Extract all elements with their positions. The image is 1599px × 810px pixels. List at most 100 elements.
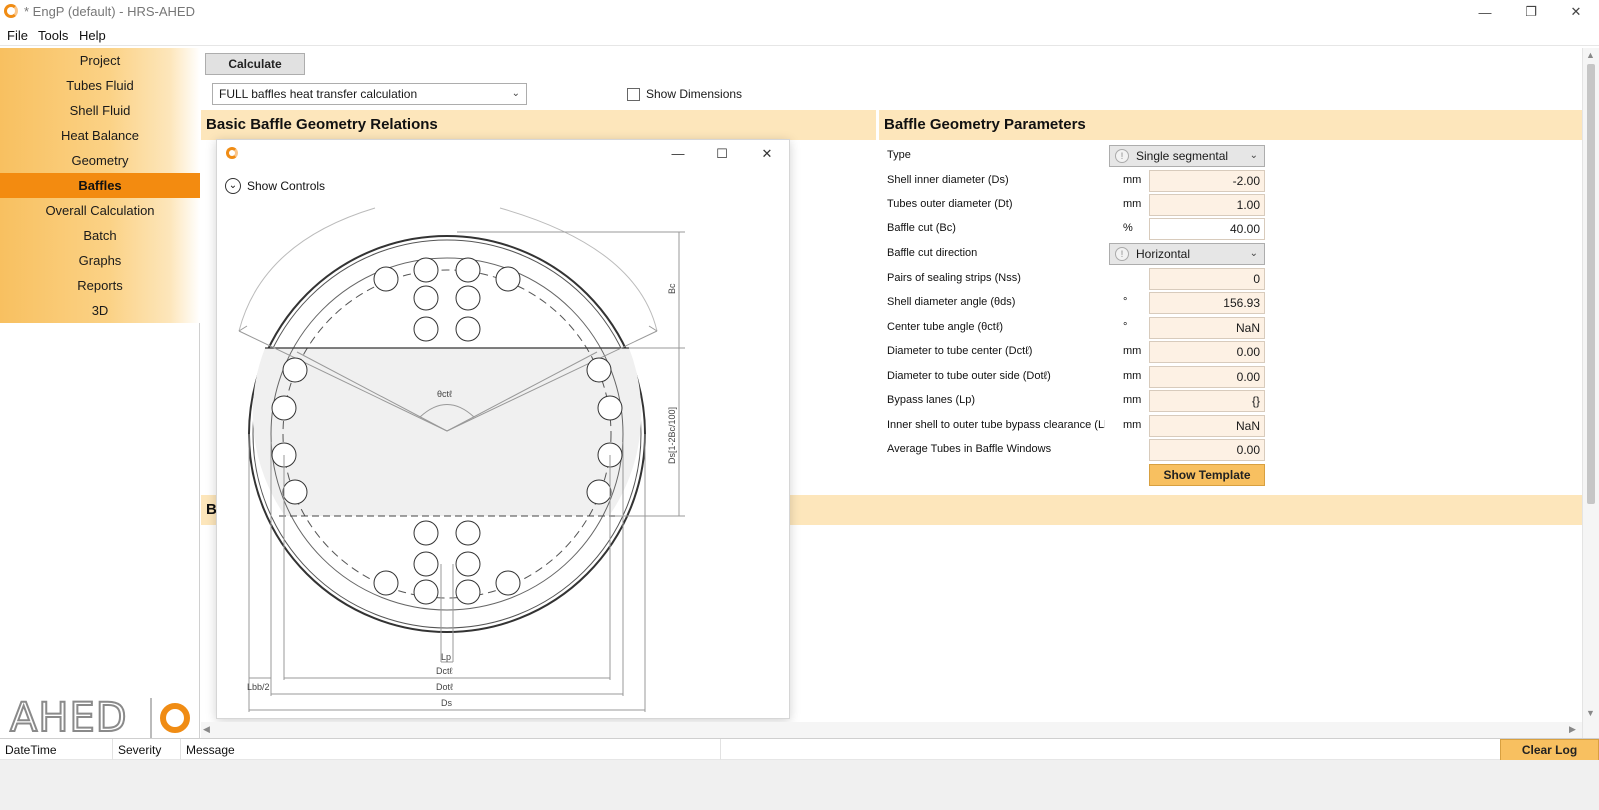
param-row-type: Type ! Single segmental ⌄: [887, 145, 1587, 167]
param-label: Shell diameter angle (θds): [887, 296, 1016, 308]
scroll-down-icon[interactable]: ▼: [1586, 708, 1595, 718]
param-row-dctl: Diameter to tube center (Dctℓ) mm 0.00: [887, 341, 1587, 363]
window-title: * EngP (default) - HRS-AHED: [24, 4, 195, 19]
brand-separator: [150, 698, 152, 742]
sidebar-item-tubes-fluid[interactable]: Tubes Fluid: [0, 73, 200, 98]
scroll-right-icon[interactable]: ▶: [1569, 724, 1576, 735]
chevron-down-icon: ⌄: [225, 178, 241, 194]
restore-button[interactable]: ❐: [1508, 0, 1554, 24]
param-row-theta-ctl: Center tube angle (θctℓ) ° NaN: [887, 317, 1587, 339]
param-row-theta-ds: Shell diameter angle (θds) ° 156.93: [887, 292, 1587, 314]
bypass-lanes-field[interactable]: {}: [1149, 390, 1265, 412]
section-geometry-parameters: Baffle Geometry Parameters: [879, 110, 1582, 140]
param-label: Center tube angle (θctℓ): [887, 321, 1004, 333]
popup-maximize-button[interactable]: ☐: [707, 144, 737, 164]
param-row-dotl: Diameter to tube outer side (Dotℓ) mm 0.…: [887, 366, 1587, 388]
vertical-scrollbar[interactable]: ▲ ▼: [1582, 48, 1599, 738]
brand-text: AHED: [9, 695, 128, 741]
diameter-tube-center-field[interactable]: 0.00: [1149, 341, 1265, 363]
param-unit: mm: [1123, 198, 1142, 210]
show-controls-toggle[interactable]: ⌄ Show Controls: [225, 178, 325, 194]
log-col-datetime[interactable]: DateTime: [0, 739, 113, 761]
info-icon: !: [1115, 247, 1129, 261]
baffle-cut-direction-select[interactable]: ! Horizontal ⌄: [1109, 243, 1265, 265]
scroll-up-icon[interactable]: ▲: [1586, 50, 1595, 60]
sidebar-item-overall-calculation[interactable]: Overall Calculation: [0, 198, 200, 223]
sidebar-nav: Project Tubes Fluid Shell Fluid Heat Bal…: [0, 48, 200, 323]
brand-ring-icon: [160, 703, 190, 733]
param-label: Type: [887, 149, 911, 161]
lbb-label: Lbb/2: [247, 682, 270, 692]
param-row-ds: Shell inner diameter (Ds) mm -2.00: [887, 170, 1587, 192]
horizontal-scrollbar[interactable]: ◀ ▶: [201, 722, 1582, 738]
chevron-down-icon: ⌄: [511, 88, 520, 99]
sidebar-item-batch[interactable]: Batch: [0, 223, 200, 248]
app-logo-icon: [226, 147, 238, 159]
center-tube-angle-field[interactable]: NaN: [1149, 317, 1265, 339]
menu-help[interactable]: Help: [79, 28, 106, 43]
sidebar-item-reports[interactable]: Reports: [0, 273, 200, 298]
param-label: Average Tubes in Baffle Windows: [887, 443, 1052, 455]
show-dimensions-checkbox[interactable]: [627, 87, 640, 101]
clear-log-button[interactable]: Clear Log: [1500, 739, 1599, 761]
param-label: Pairs of sealing strips (Nss): [887, 272, 1021, 284]
theta-label: θctℓ: [437, 389, 453, 399]
menu-tools[interactable]: Tools: [38, 28, 68, 43]
title-bar: * EngP (default) - HRS-AHED — ❐ ✕: [0, 0, 1599, 24]
sealing-strips-field[interactable]: 0: [1149, 268, 1265, 290]
param-label: Baffle cut direction: [887, 247, 978, 259]
log-col-message[interactable]: Message: [181, 739, 721, 761]
param-unit: %: [1123, 222, 1133, 234]
bc-dimension-label: Bc: [667, 283, 677, 294]
sidebar-item-graphs[interactable]: Graphs: [0, 248, 200, 273]
baffle-type-select[interactable]: ! Single segmental ⌄: [1109, 145, 1265, 167]
chevron-down-icon: ⌄: [1249, 248, 1258, 259]
sidebar-item-project[interactable]: Project: [0, 48, 200, 73]
sidebar-item-heat-balance[interactable]: Heat Balance: [0, 123, 200, 148]
calculate-button[interactable]: Calculate: [205, 53, 305, 75]
param-label: Bypass lanes (Lp): [887, 394, 976, 406]
calculation-mode-select[interactable]: FULL baffles heat transfer calculation ⌄: [212, 83, 527, 105]
param-unit: mm: [1123, 345, 1142, 357]
sidebar-item-shell-fluid[interactable]: Shell Fluid: [0, 98, 200, 123]
baffle-cut-direction-value: Horizontal: [1136, 247, 1191, 261]
show-dimensions-toggle[interactable]: Show Dimensions: [627, 86, 742, 102]
menu-bar: File Tools Help: [0, 24, 1599, 46]
section-basic-geometry: Basic Baffle Geometry Relations: [201, 110, 876, 140]
scroll-thumb[interactable]: [1587, 64, 1595, 504]
log-col-severity[interactable]: Severity: [113, 739, 181, 761]
bypass-clearance-field[interactable]: NaN: [1149, 415, 1265, 437]
param-unit: mm: [1123, 370, 1142, 382]
app-logo-icon: [4, 4, 18, 18]
param-unit: °: [1123, 296, 1128, 308]
tubes-outer-diameter-field[interactable]: 1.00: [1149, 194, 1265, 216]
param-row-avg-tubes: Average Tubes in Baffle Windows 0.00: [887, 439, 1587, 461]
scroll-left-icon[interactable]: ◀: [203, 724, 210, 735]
param-label: Inner shell to outer tube bypass clearan…: [887, 419, 1105, 431]
baffle-type-value: Single segmental: [1136, 149, 1229, 163]
baffle-drawing: θctℓ Bc Ds[1-2Bc/100] Lp Dctℓ Dotℓ Lbb/2…: [238, 207, 685, 712]
baffle-cut-field[interactable]: 40.00: [1149, 218, 1265, 240]
popup-close-button[interactable]: ✕: [752, 144, 782, 164]
brand-logo: AHED: [9, 695, 190, 742]
sidebar-item-baffles[interactable]: Baffles: [0, 173, 200, 198]
close-button[interactable]: ✕: [1553, 0, 1599, 24]
param-label: Shell inner diameter (Ds): [887, 174, 1009, 186]
diameter-tube-outer-field[interactable]: 0.00: [1149, 366, 1265, 388]
param-label: Diameter to tube center (Dctℓ): [887, 345, 1033, 357]
popup-minimize-button[interactable]: —: [663, 144, 693, 164]
calculation-mode-value: FULL baffles heat transfer calculation: [219, 87, 418, 101]
log-content: [0, 760, 1599, 810]
sidebar-item-geometry[interactable]: Geometry: [0, 148, 200, 173]
param-row-lp: Bypass lanes (Lp) mm {}: [887, 390, 1587, 412]
show-template-button[interactable]: Show Template: [1149, 464, 1265, 486]
menu-file[interactable]: File: [7, 28, 28, 43]
sidebar: Project Tubes Fluid Shell Fluid Heat Bal…: [0, 48, 200, 742]
shell-diameter-angle-field[interactable]: 156.93: [1149, 292, 1265, 314]
shell-inner-diameter-field[interactable]: -2.00: [1149, 170, 1265, 192]
dotl-label: Dotℓ: [436, 682, 454, 692]
param-unit: °: [1123, 321, 1128, 333]
average-tubes-field[interactable]: 0.00: [1149, 439, 1265, 461]
minimize-button[interactable]: —: [1462, 0, 1508, 24]
sidebar-item-3d[interactable]: 3D: [0, 298, 200, 323]
